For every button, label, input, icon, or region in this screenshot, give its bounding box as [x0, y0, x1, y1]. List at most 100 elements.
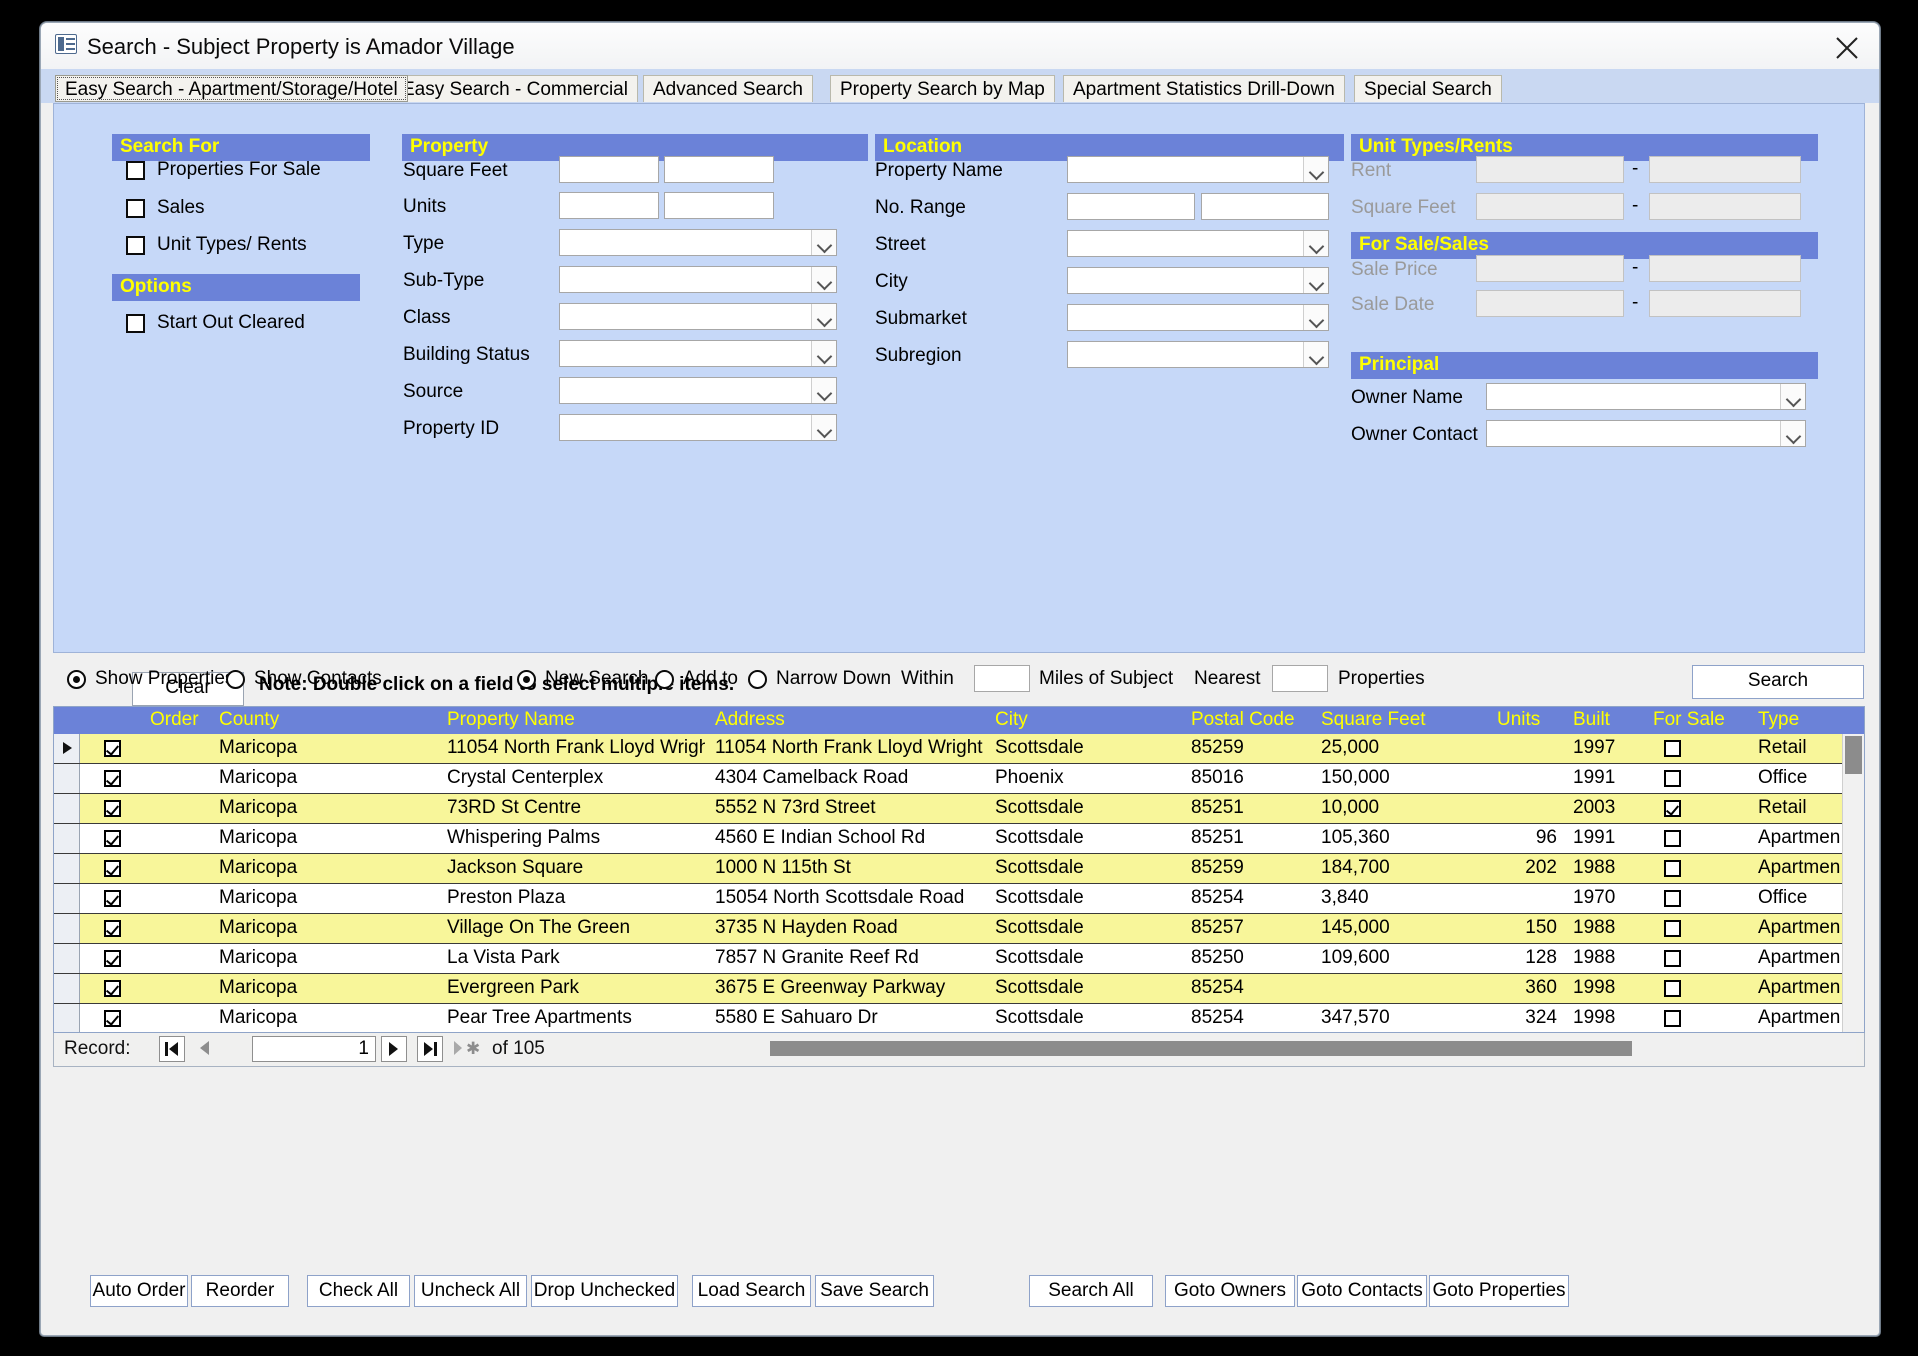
input-square-feet-to[interactable]	[664, 156, 774, 183]
tab-property-search-by-map[interactable]: Property Search by Map	[830, 75, 1055, 102]
drop-unchecked-button[interactable]: Drop Unchecked	[531, 1275, 678, 1307]
chevron-down-icon[interactable]	[1303, 305, 1328, 330]
tab-easy-search-apartment[interactable]: Easy Search - Apartment/Storage/Hotel	[55, 75, 408, 102]
combo-building-status[interactable]	[559, 340, 837, 367]
next-record-icon[interactable]	[381, 1036, 407, 1062]
combo-city[interactable]	[1067, 267, 1329, 294]
auto-order-button[interactable]: Auto Order	[90, 1275, 188, 1307]
column-header-units[interactable]: Units	[1497, 709, 1540, 731]
chevron-down-icon[interactable]	[1303, 268, 1328, 293]
chevron-down-icon[interactable]	[1303, 157, 1328, 182]
combo-sub-type[interactable]	[559, 266, 837, 293]
check-all-button[interactable]: Check All	[307, 1275, 410, 1307]
cell-for-sale-checkbox[interactable]	[1664, 860, 1681, 877]
row-checkbox[interactable]	[104, 950, 121, 967]
row-selector[interactable]	[54, 764, 80, 793]
chevron-down-icon[interactable]	[811, 341, 836, 366]
checkbox-properties-for-sale[interactable]	[126, 161, 145, 180]
chevron-down-icon[interactable]	[1303, 342, 1328, 367]
table-row[interactable]: MaricopaPreston Plaza15054 North Scottsd…	[54, 884, 1864, 914]
last-record-icon[interactable]	[417, 1036, 443, 1062]
table-row[interactable]: MaricopaJackson Square1000 N 115th StSco…	[54, 854, 1864, 884]
checkbox-unit-types-rents[interactable]	[126, 236, 145, 255]
cell-for-sale-checkbox[interactable]	[1664, 1010, 1681, 1027]
tab-easy-search-commercial[interactable]: Easy Search - Commercial	[392, 75, 638, 102]
cell-for-sale-checkbox[interactable]	[1664, 770, 1681, 787]
row-checkbox[interactable]	[104, 800, 121, 817]
previous-record-icon[interactable]	[192, 1036, 218, 1062]
chevron-down-icon[interactable]	[811, 415, 836, 440]
input-no-range-to[interactable]	[1201, 193, 1329, 220]
column-header-postal-code[interactable]: Postal Code	[1191, 709, 1295, 731]
first-record-icon[interactable]	[159, 1036, 185, 1062]
grid-vertical-scrollbar[interactable]	[1842, 734, 1864, 1032]
close-icon[interactable]	[1827, 31, 1867, 63]
row-selector[interactable]	[54, 974, 80, 1003]
cell-for-sale-checkbox[interactable]	[1664, 800, 1681, 817]
chevron-down-icon[interactable]	[811, 267, 836, 292]
row-selector-current[interactable]	[54, 734, 80, 763]
input-square-feet-from[interactable]	[559, 156, 659, 183]
table-row[interactable]: MaricopaCrystal Centerplex4304 Camelback…	[54, 764, 1864, 794]
chevron-down-icon[interactable]	[811, 378, 836, 403]
chevron-down-icon[interactable]	[811, 304, 836, 329]
cell-for-sale-checkbox[interactable]	[1664, 740, 1681, 757]
reorder-button[interactable]: Reorder	[191, 1275, 289, 1307]
cell-for-sale-checkbox[interactable]	[1664, 920, 1681, 937]
table-row[interactable]: MaricopaWhispering Palms4560 E Indian Sc…	[54, 824, 1864, 854]
tab-apartment-statistics-drill-down[interactable]: Apartment Statistics Drill-Down	[1063, 75, 1345, 102]
radio-show-properties[interactable]	[67, 670, 86, 689]
column-header-address[interactable]: Address	[715, 709, 785, 731]
table-row[interactable]: Maricopa11054 North Frank Lloyd Wright B…	[54, 734, 1864, 764]
chevron-down-icon[interactable]	[1303, 231, 1328, 256]
combo-type[interactable]	[559, 229, 837, 256]
table-row[interactable]: MaricopaLa Vista Park7857 N Granite Reef…	[54, 944, 1864, 974]
row-selector[interactable]	[54, 854, 80, 883]
input-nearest-count[interactable]	[1272, 665, 1328, 692]
column-header-county[interactable]: County	[219, 709, 279, 731]
row-checkbox[interactable]	[104, 920, 121, 937]
combo-submarket[interactable]	[1067, 304, 1329, 331]
radio-narrow-down[interactable]	[748, 670, 767, 689]
checkbox-sales[interactable]	[126, 199, 145, 218]
combo-property-name[interactable]	[1067, 156, 1329, 183]
row-checkbox[interactable]	[104, 860, 121, 877]
row-selector[interactable]	[54, 824, 80, 853]
tab-special-search[interactable]: Special Search	[1354, 75, 1502, 102]
radio-show-contacts[interactable]	[226, 670, 245, 689]
table-row[interactable]: MaricopaPear Tree Apartments5580 E Sahua…	[54, 1004, 1864, 1033]
record-number-input[interactable]: 1	[252, 1036, 376, 1062]
combo-class[interactable]	[559, 303, 837, 330]
combo-street[interactable]	[1067, 230, 1329, 257]
table-row[interactable]: Maricopa73RD St Centre5552 N 73rd Street…	[54, 794, 1864, 824]
load-search-button[interactable]: Load Search	[692, 1275, 811, 1307]
cell-for-sale-checkbox[interactable]	[1664, 980, 1681, 997]
row-checkbox[interactable]	[104, 770, 121, 787]
row-selector[interactable]	[54, 884, 80, 913]
combo-owner-contact[interactable]	[1486, 420, 1806, 447]
column-header-property-name[interactable]: Property Name	[447, 709, 575, 731]
column-header-built[interactable]: Built	[1573, 709, 1610, 731]
goto-contacts-button[interactable]: Goto Contacts	[1297, 1275, 1427, 1307]
column-header-type[interactable]: Type	[1758, 709, 1799, 731]
table-row[interactable]: MaricopaVillage On The Green3735 N Hayde…	[54, 914, 1864, 944]
chevron-down-icon[interactable]	[1780, 421, 1805, 446]
row-selector[interactable]	[54, 794, 80, 823]
chevron-down-icon[interactable]	[811, 230, 836, 255]
row-checkbox[interactable]	[104, 740, 121, 757]
tab-advanced-search[interactable]: Advanced Search	[643, 75, 813, 102]
combo-subregion[interactable]	[1067, 341, 1329, 368]
row-selector[interactable]	[54, 1004, 80, 1033]
search-button[interactable]: Search	[1692, 665, 1864, 699]
row-checkbox[interactable]	[104, 1010, 121, 1027]
radio-add-to[interactable]	[655, 670, 674, 689]
column-header-city[interactable]: City	[995, 709, 1028, 731]
row-selector[interactable]	[54, 914, 80, 943]
cell-for-sale-checkbox[interactable]	[1664, 950, 1681, 967]
uncheck-all-button[interactable]: Uncheck All	[414, 1275, 527, 1307]
new-record-icon[interactable]: ✱	[452, 1036, 478, 1062]
column-header-order[interactable]: Order	[150, 709, 199, 731]
radio-new-search[interactable]	[517, 670, 536, 689]
cell-for-sale-checkbox[interactable]	[1664, 830, 1681, 847]
row-checkbox[interactable]	[104, 980, 121, 997]
